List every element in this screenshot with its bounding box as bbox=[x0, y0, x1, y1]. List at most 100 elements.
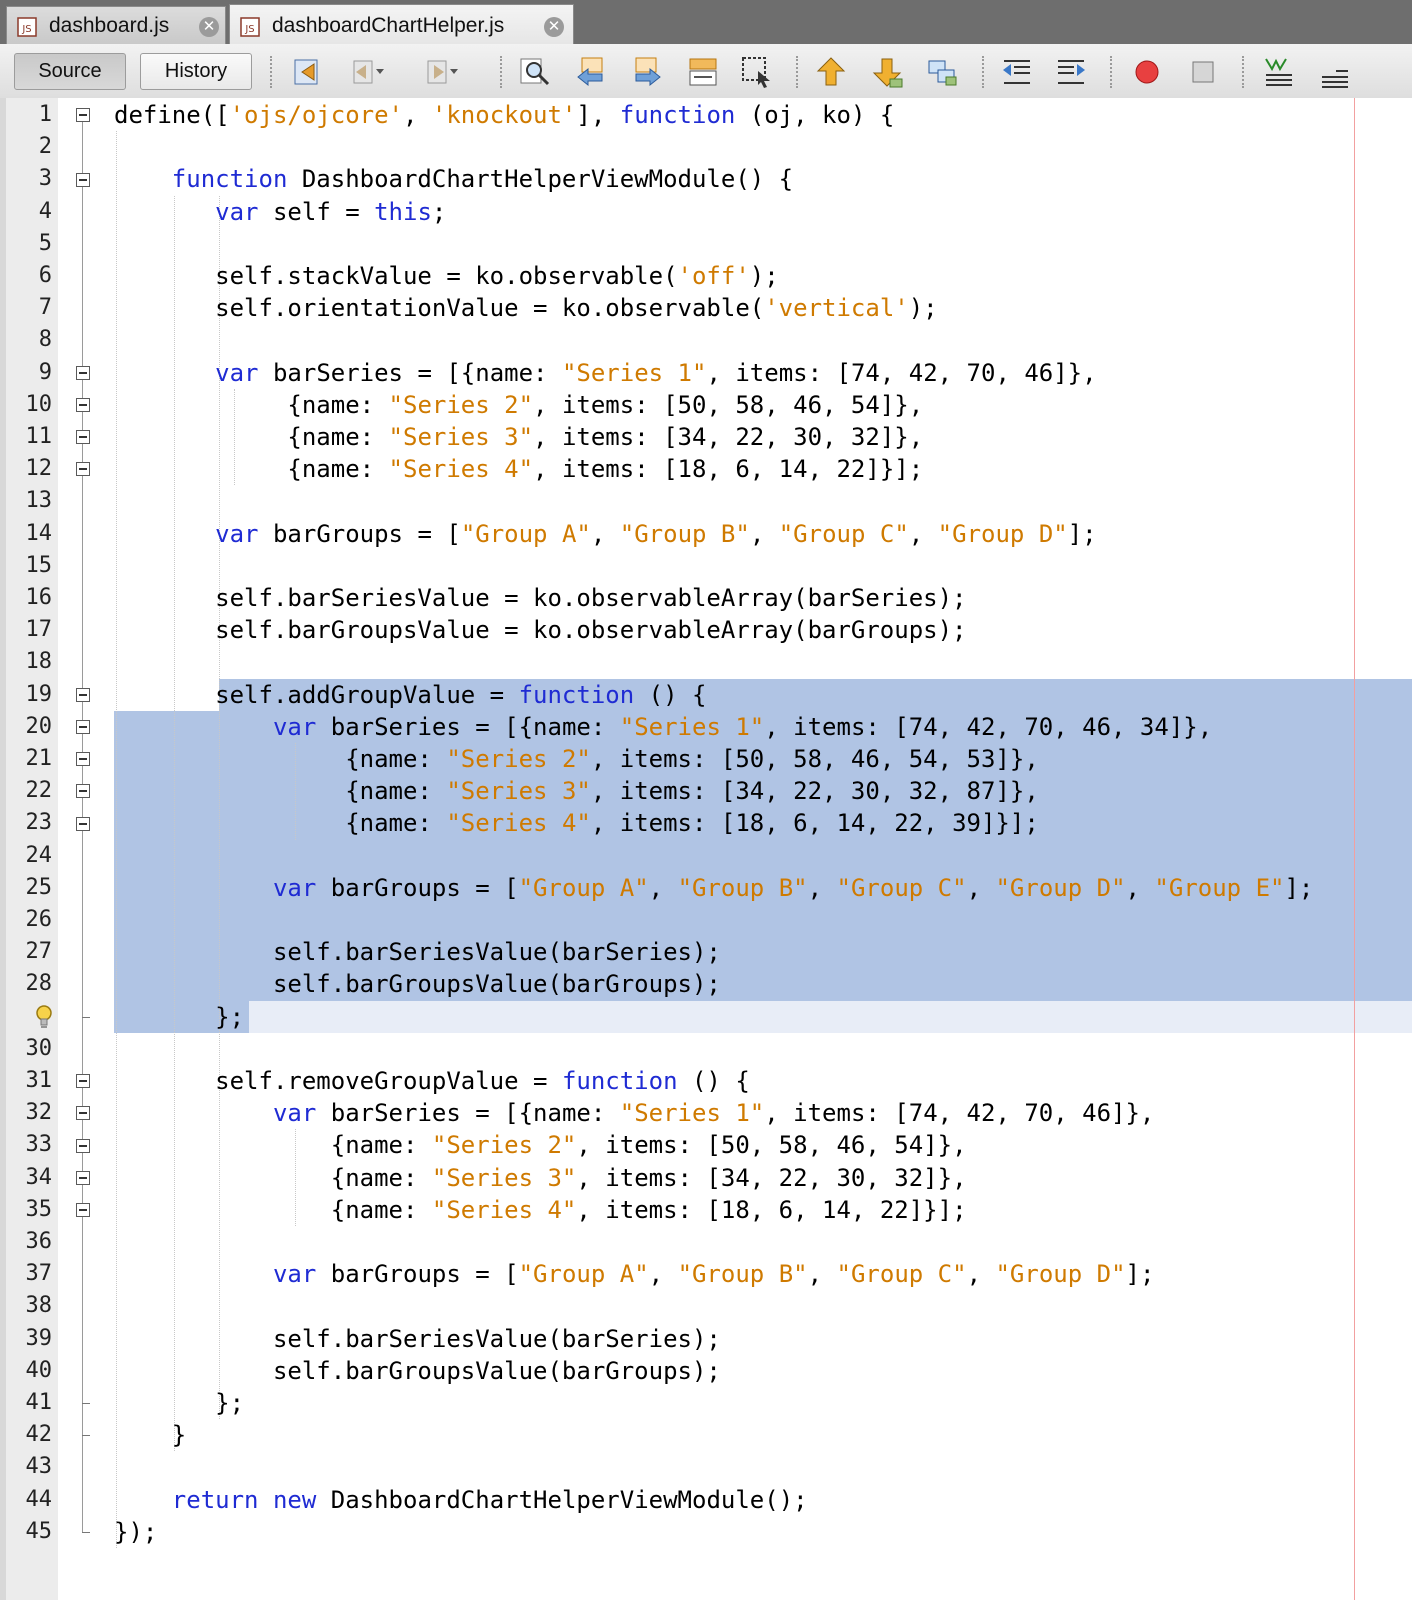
close-tab-icon[interactable]: ✕ bbox=[544, 17, 564, 37]
code-line[interactable]: {name: "Series 4", items: [18, 6, 14, 22… bbox=[114, 1194, 967, 1226]
fold-toggle-icon[interactable] bbox=[76, 752, 90, 767]
fold-toggle-icon[interactable] bbox=[76, 687, 90, 702]
code-text: barSeries = [{name: bbox=[258, 358, 562, 387]
code-string: "Series 4" bbox=[431, 1195, 577, 1224]
code-line[interactable]: {name: "Series 4", items: [18, 6, 14, 22… bbox=[114, 807, 1039, 839]
code-line[interactable]: function DashboardChartHelperViewModule(… bbox=[114, 163, 793, 195]
fold-toggle-icon[interactable] bbox=[76, 1170, 90, 1185]
code-text: {name: bbox=[114, 809, 447, 838]
fold-toggle-icon[interactable] bbox=[76, 462, 90, 477]
history-button[interactable]: History bbox=[140, 53, 252, 90]
code-editor[interactable]: define(['ojs/ojcore', 'knockout'], funct… bbox=[0, 98, 1412, 1600]
find-previous-icon[interactable] bbox=[574, 55, 608, 89]
code-line[interactable]: var barGroups = ["Group A", "Group B", "… bbox=[114, 1258, 1154, 1290]
code-line[interactable]: }); bbox=[114, 1516, 157, 1548]
code-text: self.barGroupsValue(barGroups); bbox=[114, 970, 721, 999]
code-line[interactable]: var barGroups = ["Group A", "Group B", "… bbox=[114, 872, 1313, 904]
stop-macro-icon[interactable] bbox=[1186, 55, 1220, 89]
code-line[interactable]: self.barSeriesValue(barSeries); bbox=[114, 1323, 721, 1355]
code-line[interactable]: self.barSeriesValue(barSeries); bbox=[114, 936, 721, 968]
hint-lightbulb-icon[interactable] bbox=[34, 1004, 54, 1030]
toggle-highlight-icon[interactable] bbox=[686, 55, 720, 89]
forward-icon[interactable] bbox=[424, 55, 458, 89]
code-line[interactable]: self.orientationValue = ko.observable('v… bbox=[114, 292, 937, 324]
code-text: () { bbox=[634, 680, 707, 709]
fold-toggle-icon[interactable] bbox=[76, 172, 90, 187]
tab-dashboard-js[interactable]: JS dashboard.js ✕ bbox=[6, 6, 226, 44]
close-tab-icon[interactable]: ✕ bbox=[199, 17, 219, 37]
code-line[interactable]: {name: "Series 2", items: [50, 58, 46, 5… bbox=[114, 1129, 967, 1161]
fold-toggle-icon[interactable] bbox=[76, 1202, 90, 1217]
toggle-bookmark-icon[interactable] bbox=[926, 55, 960, 89]
code-line[interactable]: }; bbox=[114, 1001, 244, 1033]
toolbar-separator bbox=[500, 56, 502, 88]
line-number: 4 bbox=[38, 198, 52, 224]
code-line[interactable]: var barSeries = [{name: "Series 1", item… bbox=[114, 711, 1212, 743]
next-bookmark-icon[interactable] bbox=[870, 55, 904, 89]
code-line[interactable]: self.addGroupValue = function () { bbox=[114, 679, 706, 711]
code-line[interactable]: var barSeries = [{name: "Series 1", item… bbox=[114, 1097, 1154, 1129]
code-line[interactable]: self.stackValue = ko.observable('off'); bbox=[114, 260, 779, 292]
back-icon[interactable] bbox=[350, 55, 384, 89]
code-line[interactable]: {name: "Series 2", items: [50, 58, 46, 5… bbox=[114, 743, 1039, 775]
code-string: "Group D" bbox=[995, 1260, 1126, 1289]
find-selection-icon[interactable] bbox=[740, 55, 774, 89]
toolbar-separator bbox=[796, 56, 798, 88]
code-line[interactable]: {name: "Series 3", items: [34, 22, 30, 3… bbox=[114, 1162, 967, 1194]
uncomment-icon[interactable] bbox=[1318, 55, 1352, 89]
fold-toggle-icon[interactable] bbox=[76, 397, 90, 412]
fold-toggle-icon[interactable] bbox=[76, 365, 90, 380]
code-text: self.barSeriesValue(barSeries); bbox=[114, 1324, 721, 1353]
code-line[interactable]: self.barGroupsValue(barGroups); bbox=[114, 1355, 721, 1387]
fold-toggle-icon[interactable] bbox=[76, 1138, 90, 1153]
code-line[interactable]: var barSeries = [{name: "Series 1", item… bbox=[114, 357, 1096, 389]
find-icon[interactable] bbox=[518, 55, 552, 89]
fold-toggle-icon[interactable] bbox=[76, 1106, 90, 1121]
code-text: barSeries = [{name: bbox=[316, 712, 620, 741]
code-line[interactable]: {name: "Series 4", items: [18, 6, 14, 22… bbox=[114, 453, 923, 485]
fold-toggle-icon[interactable] bbox=[76, 816, 90, 831]
code-line[interactable]: {name: "Series 2", items: [50, 58, 46, 5… bbox=[114, 389, 923, 421]
last-edit-icon[interactable] bbox=[292, 55, 326, 89]
code-text: , items: [50, 58, 46, 54, 53]}, bbox=[590, 745, 1039, 773]
previous-bookmark-icon[interactable] bbox=[814, 55, 848, 89]
start-macro-icon[interactable] bbox=[1130, 55, 1164, 89]
fold-toggle-icon[interactable] bbox=[76, 719, 90, 734]
code-string: 'ojs/ojcore' bbox=[229, 101, 403, 129]
code-line[interactable]: var self = this; bbox=[114, 196, 446, 228]
tab-dashboardcharthelper-js[interactable]: JS dashboardChartHelper.js ✕ bbox=[229, 4, 574, 44]
code-text: self.barGroupsValue = ko.observableArray… bbox=[114, 616, 967, 645]
fold-toggle-icon[interactable] bbox=[76, 430, 90, 445]
fold-toggle-icon[interactable] bbox=[76, 1074, 90, 1089]
line-number: 30 bbox=[25, 1035, 53, 1061]
code-line[interactable]: } bbox=[114, 1419, 186, 1451]
fold-toggle-icon[interactable] bbox=[76, 108, 90, 123]
code-line[interactable]: define(['ojs/ojcore', 'knockout'], funct… bbox=[114, 99, 894, 131]
right-margin-line bbox=[1354, 98, 1355, 1600]
code-line[interactable]: var barGroups = ["Group A", "Group B", "… bbox=[114, 518, 1096, 550]
line-number: 44 bbox=[25, 1486, 53, 1512]
fold-toggle-icon[interactable] bbox=[76, 784, 90, 799]
code-line[interactable]: {name: "Series 3", items: [34, 22, 30, 3… bbox=[114, 421, 923, 453]
comment-icon[interactable] bbox=[1262, 55, 1296, 89]
code-keyword: var bbox=[215, 519, 259, 548]
line-number: 8 bbox=[38, 327, 52, 353]
code-line[interactable]: self.barSeriesValue = ko.observableArray… bbox=[114, 582, 966, 614]
code-line[interactable]: self.barGroupsValue(barGroups); bbox=[114, 968, 721, 1000]
code-line[interactable]: self.removeGroupValue = function () { bbox=[114, 1065, 750, 1097]
find-next-icon[interactable] bbox=[630, 55, 664, 89]
code-string: "Series 2" bbox=[388, 390, 534, 419]
ide-window: JS dashboard.js ✕ JS dashboardChartHelpe… bbox=[0, 0, 1412, 1600]
fold-connector bbox=[82, 733, 83, 824]
shift-right-icon[interactable] bbox=[1054, 55, 1088, 89]
shift-left-icon[interactable] bbox=[1000, 55, 1034, 89]
code-line[interactable]: }; bbox=[114, 1387, 244, 1419]
code-line[interactable]: return new DashboardChartHelperViewModul… bbox=[114, 1484, 808, 1516]
code-string: "Series 4" bbox=[446, 809, 591, 838]
code-line[interactable]: {name: "Series 3", items: [34, 22, 30, 3… bbox=[114, 775, 1039, 807]
source-button[interactable]: Source bbox=[14, 53, 126, 90]
code-line[interactable]: self.barGroupsValue = ko.observableArray… bbox=[114, 614, 967, 646]
